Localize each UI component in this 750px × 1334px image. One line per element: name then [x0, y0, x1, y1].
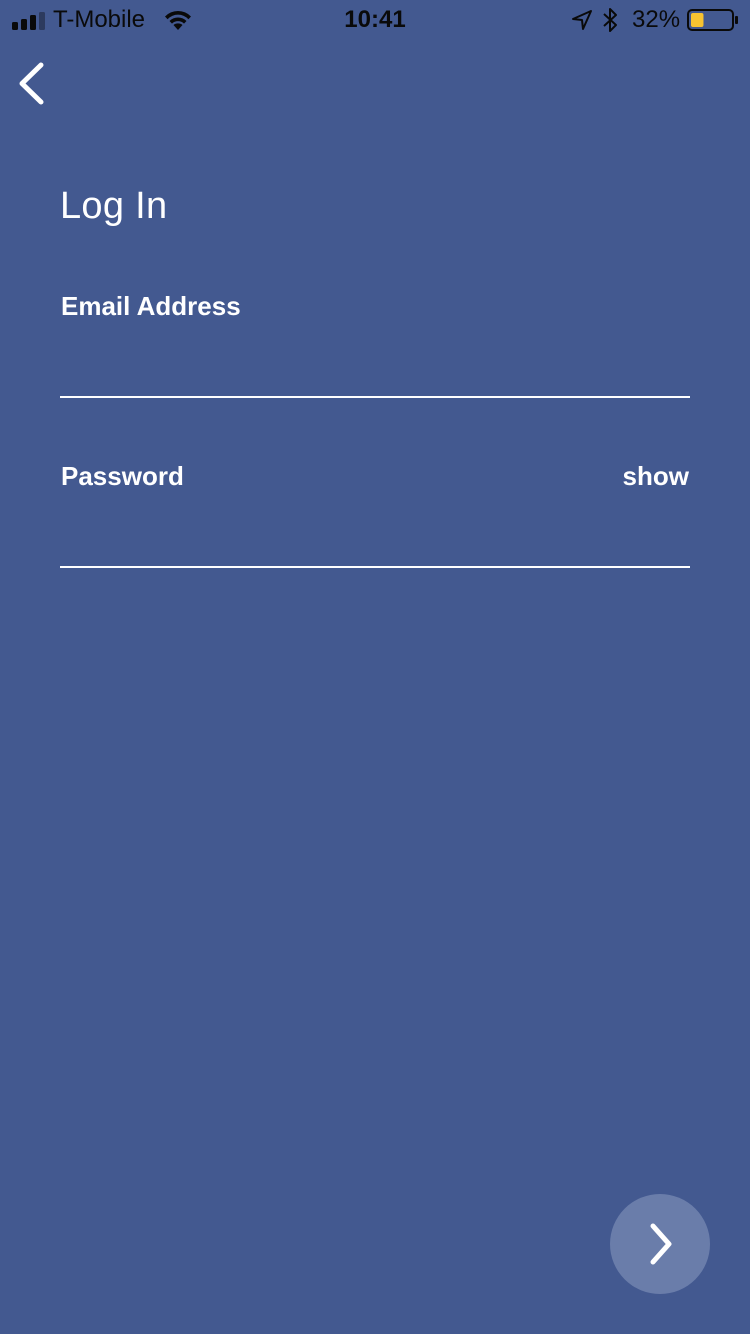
email-label: Email Address	[61, 291, 241, 321]
password-field[interactable]	[60, 520, 690, 568]
show-password-toggle[interactable]: show	[623, 459, 689, 493]
bluetooth-icon	[603, 8, 617, 32]
battery-percent: 32%	[632, 6, 681, 33]
chevron-left-icon	[19, 62, 44, 105]
chevron-right-icon	[650, 1223, 672, 1265]
page-title: Log In	[60, 185, 168, 227]
back-button[interactable]	[10, 56, 62, 112]
password-label: Password	[61, 461, 184, 491]
battery-icon	[687, 9, 738, 31]
status-bar: T-Mobile 10:41 32%	[0, 0, 750, 40]
location-icon	[572, 10, 592, 30]
next-button[interactable]	[610, 1194, 710, 1294]
email-field[interactable]	[60, 350, 690, 398]
